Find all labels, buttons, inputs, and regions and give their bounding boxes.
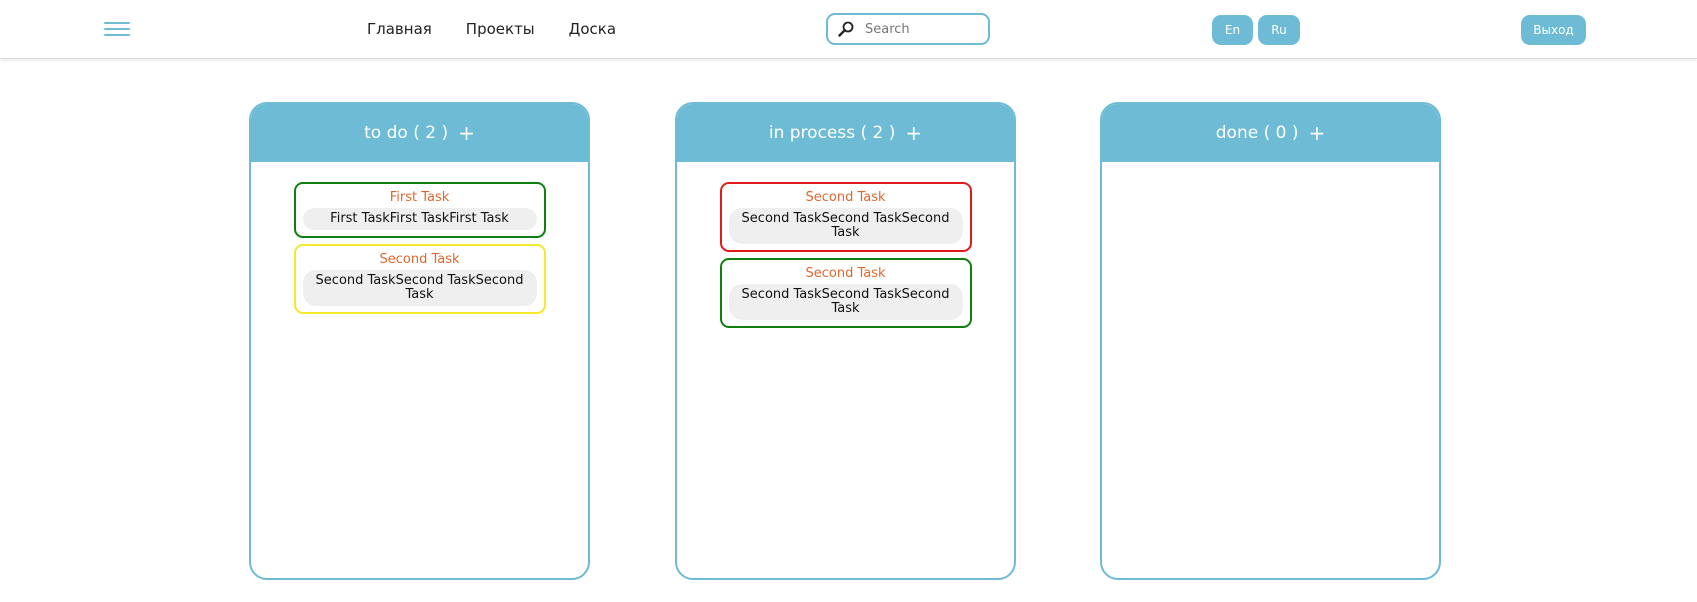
column-in-process: in process ( 2 ) + Second Task Second Ta… — [675, 102, 1016, 580]
add-task-button[interactable]: + — [905, 121, 922, 145]
task-description: Second TaskSecond TaskSecond Task — [302, 270, 537, 306]
column-title: done ( 0 ) — [1215, 123, 1299, 143]
logout-button[interactable]: Выход — [1521, 15, 1586, 45]
task-title: Second Task — [805, 266, 886, 281]
menu-icon[interactable] — [104, 22, 130, 38]
task-card[interactable]: Second Task Second TaskSecond TaskSecond… — [719, 182, 972, 252]
top-header: Главная Проекты Доска En Ru Выход — [0, 0, 1697, 59]
task-card[interactable]: Second Task Second TaskSecond TaskSecond… — [719, 258, 972, 328]
task-description: Second TaskSecond TaskSecond Task — [728, 208, 963, 244]
task-title: Second Task — [805, 190, 886, 205]
column-done: done ( 0 ) + — [1100, 102, 1441, 580]
nav-link-board[interactable]: Доска — [569, 20, 616, 38]
add-task-button[interactable]: + — [1308, 121, 1325, 145]
column-title: in process ( 2 ) — [768, 123, 896, 143]
task-list: Second Task Second TaskSecond TaskSecond… — [677, 162, 1014, 328]
task-list: First Task First TaskFirst TaskFirst Tas… — [251, 162, 588, 314]
add-task-button[interactable]: + — [458, 121, 475, 145]
task-description: First TaskFirst TaskFirst Task — [302, 208, 537, 230]
task-list — [1102, 162, 1439, 182]
task-title: Second Task — [379, 252, 460, 267]
column-title: to do ( 2 ) — [364, 123, 449, 143]
column-header: to do ( 2 ) + — [251, 104, 588, 162]
task-card[interactable]: First Task First TaskFirst TaskFirst Tas… — [293, 182, 546, 238]
nav-link-projects[interactable]: Проекты — [466, 20, 535, 38]
nav-link-home[interactable]: Главная — [367, 20, 432, 38]
task-description: Second TaskSecond TaskSecond Task — [728, 284, 963, 320]
task-title: First Task — [389, 190, 450, 205]
task-card[interactable]: Second Task Second TaskSecond TaskSecond… — [293, 244, 546, 314]
search-input[interactable] — [863, 20, 977, 38]
search-icon — [838, 21, 854, 37]
column-todo: to do ( 2 ) + First Task First TaskFirst… — [249, 102, 590, 580]
main-nav: Главная Проекты Доска — [367, 20, 616, 38]
lang-en-button[interactable]: En — [1212, 15, 1253, 45]
column-header: in process ( 2 ) + — [677, 104, 1014, 162]
search-box[interactable] — [826, 13, 990, 45]
lang-ru-button[interactable]: Ru — [1258, 15, 1300, 45]
column-header: done ( 0 ) + — [1102, 104, 1439, 162]
